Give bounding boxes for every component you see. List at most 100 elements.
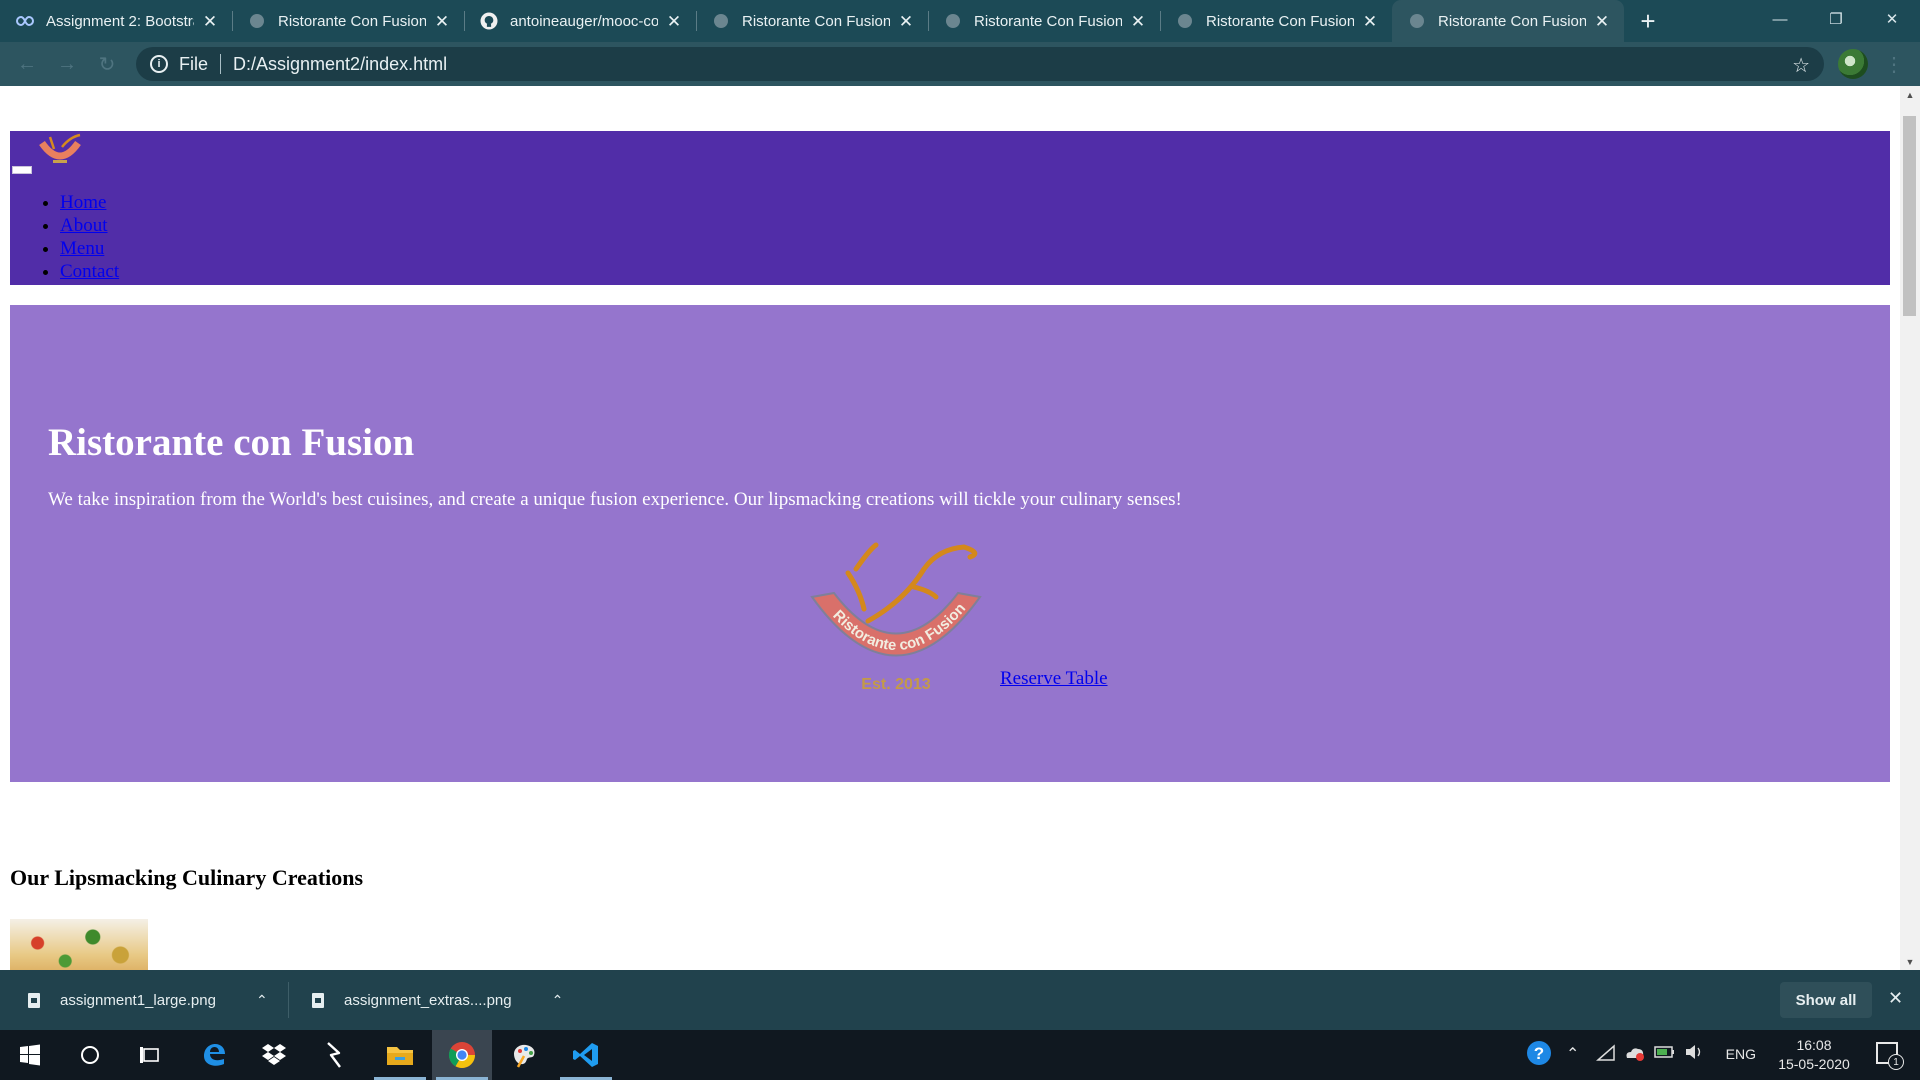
tab-title: Ristorante Con Fusion: <box>742 12 890 30</box>
nav-link-home[interactable]: Home <box>60 192 106 213</box>
close-icon[interactable]: ✕ <box>1592 11 1612 31</box>
vscode-icon[interactable] <box>556 1030 616 1080</box>
github-icon <box>480 12 498 30</box>
brand-logo[interactable] <box>36 133 84 171</box>
download-item[interactable]: assignment_extras....png ⌃ <box>312 970 563 1030</box>
globe-icon <box>1176 12 1194 30</box>
download-filename: assignment_extras....png <box>344 991 512 1009</box>
chevron-up-icon[interactable]: ⌃ <box>1566 1044 1579 1064</box>
help-icon[interactable]: ? <box>1526 1040 1552 1071</box>
close-icon[interactable]: ✕ <box>1360 11 1380 31</box>
coursera-icon <box>16 12 34 30</box>
nav-item-home: Home <box>60 191 119 214</box>
volume-icon[interactable] <box>1684 1044 1704 1065</box>
nav-link-menu[interactable]: Menu <box>60 238 104 259</box>
clock[interactable]: 16:08 15-05-2020 <box>1774 1036 1854 1074</box>
close-icon[interactable]: ✕ <box>200 11 220 31</box>
tab-title: Assignment 2: Bootstra <box>46 12 194 30</box>
nav-item-about: About <box>60 214 119 237</box>
close-icon[interactable]: ✕ <box>1128 11 1148 31</box>
browser-tab-active[interactable]: Ristorante Con Fusion ✕ <box>1392 0 1624 42</box>
page-viewport: Home About Menu Contact Ristorante con F… <box>0 86 1900 970</box>
globe-icon <box>248 12 266 30</box>
info-icon[interactable]: i <box>150 55 168 73</box>
scrollbar-thumb[interactable] <box>1903 116 1916 316</box>
browser-tab[interactable]: Assignment 2: Bootstra ✕ <box>0 0 232 42</box>
tab-title: Ristorante Con Fusion <box>278 12 426 30</box>
site-navbar: Home About Menu Contact <box>10 131 1890 285</box>
restaurant-logo: Ristorante con Fusion Est. 2013 <box>810 542 982 693</box>
browser-tab-strip: Assignment 2: Bootstra ✕ Ristorante Con … <box>0 0 1920 42</box>
close-icon[interactable]: ✕ <box>664 11 684 31</box>
close-icon[interactable]: ✕ <box>896 11 916 31</box>
task-view-icon[interactable] <box>120 1030 180 1080</box>
reserve-table-link[interactable]: Reserve Table <box>1000 668 1108 690</box>
address-scheme-label: File <box>179 53 209 74</box>
file-icon <box>28 992 40 1008</box>
address-url[interactable]: D:/Assignment2/index.html <box>233 54 447 75</box>
tab-title: Ristorante Con Fusion: <box>974 12 1122 30</box>
browser-tab[interactable]: Ristorante Con Fusion ✕ <box>1160 0 1392 42</box>
tab-title: Ristorante Con Fusion <box>1206 12 1354 30</box>
chevron-up-icon[interactable]: ⌃ <box>256 992 268 1009</box>
nav-list: Home About Menu Contact <box>10 191 119 283</box>
battery-icon[interactable] <box>1654 1044 1676 1065</box>
scroll-up-icon[interactable]: ▲ <box>1900 86 1920 103</box>
reload-icon[interactable]: ↻ <box>94 51 120 77</box>
download-filename: assignment1_large.png <box>60 991 216 1009</box>
browser-tab[interactable]: Ristorante Con Fusion: ✕ <box>928 0 1160 42</box>
windows-start-icon[interactable] <box>0 1030 60 1080</box>
svg-text:?: ? <box>1534 1044 1544 1063</box>
nav-link-about[interactable]: About <box>60 215 108 236</box>
download-item[interactable]: assignment1_large.png ⌃ <box>28 970 268 1030</box>
search-icon[interactable] <box>60 1030 120 1080</box>
globe-icon <box>944 12 962 30</box>
bookmark-star-icon[interactable]: ☆ <box>1792 53 1810 78</box>
notification-icon[interactable]: 1 <box>1876 1042 1904 1070</box>
browser-tab[interactable]: antoineauger/mooc-co ✕ <box>464 0 696 42</box>
navbar-toggler-button[interactable] <box>12 166 32 174</box>
jumbotron-text: We take inspiration from the World's bes… <box>48 489 1182 510</box>
new-tab-button[interactable]: + <box>1630 3 1666 39</box>
profile-avatar[interactable] <box>1838 49 1868 79</box>
browser-toolbar: ← → ↻ i File D:/Assignment2/index.html ☆ <box>0 42 1920 86</box>
address-separator <box>220 54 222 74</box>
dish-image <box>10 919 148 970</box>
close-icon[interactable]: ✕ <box>1888 988 1903 1009</box>
taskbar: ? ⌃ ENG 16:08 15-05-2020 1 <box>0 1030 1920 1080</box>
back-icon[interactable]: ← <box>14 51 40 77</box>
chevron-up-icon[interactable]: ⌃ <box>552 992 564 1009</box>
edge-icon[interactable] <box>184 1030 244 1080</box>
sublime-text-icon[interactable] <box>304 1030 364 1080</box>
scroll-down-icon[interactable]: ▼ <box>1900 953 1920 970</box>
clock-date: 15-05-2020 <box>1778 1056 1850 1072</box>
nav-link-contact[interactable]: Contact <box>60 261 119 282</box>
browser-tab[interactable]: Ristorante Con Fusion: ✕ <box>696 0 928 42</box>
menu-dots-icon[interactable]: ⋮ <box>1884 52 1904 77</box>
clock-time: 16:08 <box>1796 1037 1832 1053</box>
paint-icon[interactable] <box>494 1030 554 1080</box>
globe-icon <box>1408 12 1426 30</box>
language-indicator[interactable]: ENG <box>1726 1046 1756 1062</box>
nav-item-contact: Contact <box>60 260 119 283</box>
address-bar[interactable]: i File D:/Assignment2/index.html ☆ <box>136 47 1824 81</box>
onedrive-error-icon[interactable] <box>1624 1044 1646 1067</box>
close-icon[interactable]: ✕ <box>432 11 452 31</box>
browser-tab[interactable]: Ristorante Con Fusion ✕ <box>232 0 464 42</box>
download-separator <box>288 982 289 1018</box>
dropbox-icon[interactable] <box>244 1030 304 1080</box>
forward-icon[interactable]: → <box>54 51 80 77</box>
page-scrollbar[interactable]: ▲ ▼ <box>1900 86 1920 970</box>
wifi-icon[interactable] <box>1596 1044 1616 1067</box>
file-explorer-icon[interactable] <box>370 1030 430 1080</box>
minimize-icon[interactable]: — <box>1752 0 1808 38</box>
section-title: Our Lipsmacking Culinary Creations <box>10 865 364 890</box>
restore-icon[interactable]: ❐ <box>1808 0 1864 38</box>
tab-title: antoineauger/mooc-co <box>510 12 658 30</box>
chrome-icon[interactable] <box>432 1030 492 1080</box>
nav-item-menu: Menu <box>60 237 119 260</box>
show-all-button[interactable]: Show all <box>1780 982 1872 1018</box>
globe-icon <box>712 12 730 30</box>
close-window-icon[interactable]: ✕ <box>1864 0 1920 38</box>
system-tray: ? ⌃ ENG 16:08 15-05-2020 1 <box>1500 1030 1920 1080</box>
